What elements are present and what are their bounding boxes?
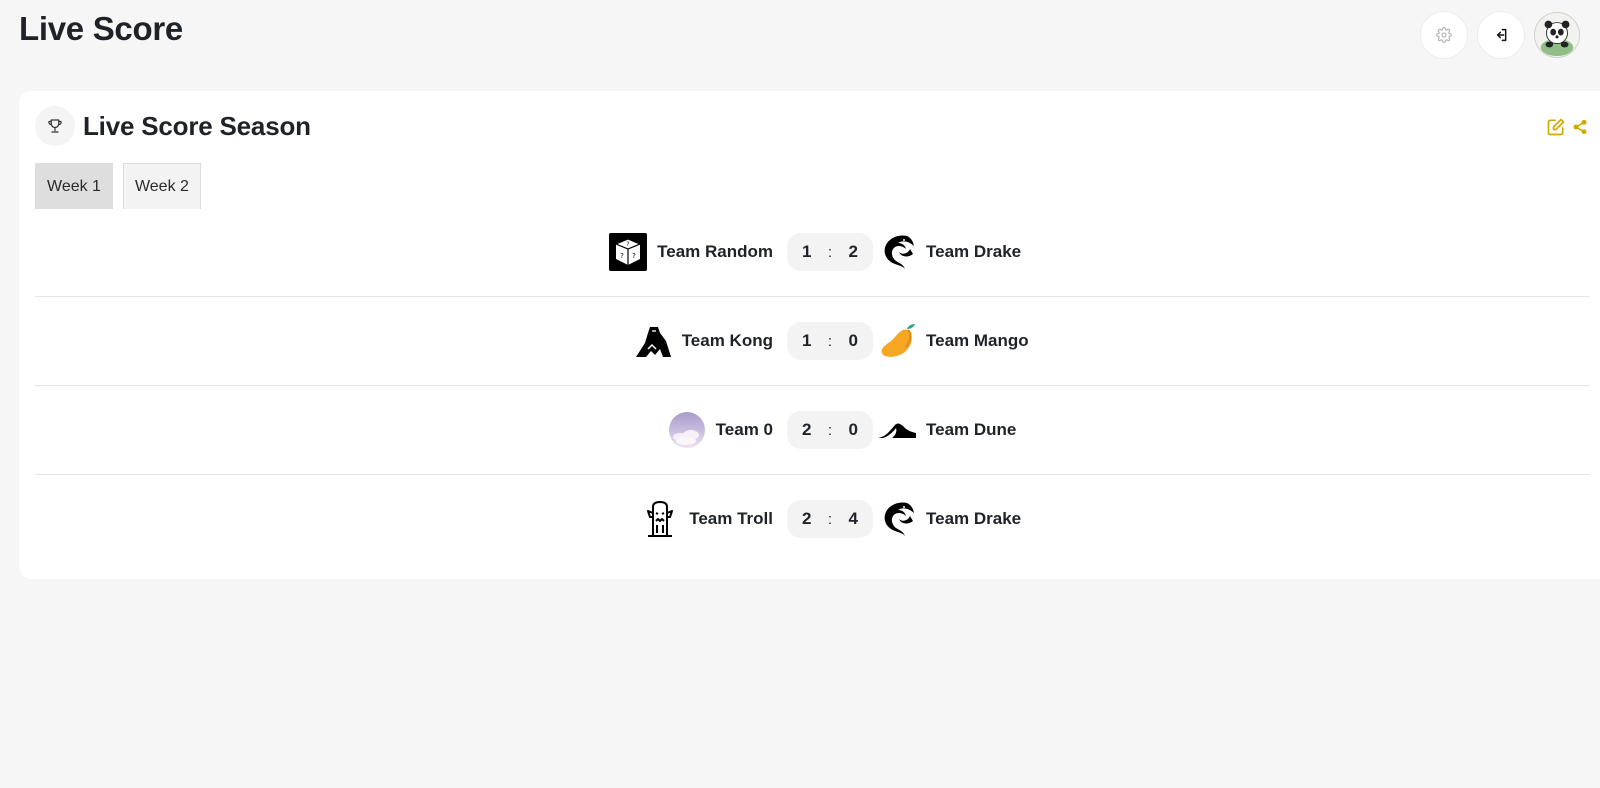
score-box: 1 : 2 (787, 233, 873, 271)
match-row[interactable]: Team Troll 2 : 4 Team Drake (35, 475, 1590, 564)
match-row[interactable]: ? ? ? Team Random 1 : 2 Team Drake (35, 208, 1590, 297)
tab-week-2[interactable]: Week 2 (122, 163, 201, 209)
team-name: Team Kong (681, 331, 773, 350)
home-team: Team 0 (667, 386, 773, 474)
gear-icon (1436, 27, 1452, 43)
cloud-icon (667, 410, 707, 450)
edit-icon (1547, 118, 1565, 136)
troll-icon (640, 499, 680, 539)
home-team: Team Kong (633, 297, 773, 385)
team-name: Team 0 (715, 420, 773, 439)
dragon-icon (877, 499, 917, 539)
svg-text:?: ? (620, 252, 624, 260)
score-box: 2 : 0 (787, 411, 873, 449)
mango-icon (877, 321, 917, 361)
team-name: Team Random (657, 242, 773, 261)
avatar[interactable] (1534, 12, 1580, 58)
team-name: Team Mango (926, 331, 1029, 350)
dune-icon (877, 410, 917, 450)
away-team: Team Drake (877, 475, 1021, 563)
team-name: Team Drake (926, 509, 1022, 528)
match-row[interactable]: Team Kong 1 : 0 Team Mango (35, 297, 1590, 386)
home-score: 2 (802, 509, 812, 528)
svg-text:?: ? (632, 252, 636, 260)
score-separator: : (827, 510, 833, 528)
logout-icon (1496, 28, 1507, 42)
match-row[interactable]: Team 0 2 : 0 Team Dune (35, 386, 1590, 475)
panda-avatar-icon (1535, 13, 1579, 57)
trophy-badge (35, 106, 75, 146)
score-separator: : (827, 421, 833, 439)
team-name: Team Drake (926, 242, 1022, 261)
edit-button[interactable] (1546, 117, 1566, 137)
page-title: Live Score (19, 10, 183, 47)
home-score: 1 (802, 331, 812, 350)
season-title: Live Score Season (83, 110, 311, 141)
dice-icon: ? ? ? (608, 232, 648, 272)
score-box: 2 : 4 (787, 500, 873, 538)
match-list: ? ? ? Team Random 1 : 2 Team Drake Team … (35, 208, 1590, 564)
gorilla-icon (633, 321, 673, 361)
svg-text:?: ? (627, 241, 630, 248)
tab-week-1[interactable]: Week 1 (35, 163, 113, 209)
away-team: Team Drake (877, 208, 1021, 296)
season-tools (1546, 117, 1588, 137)
away-score: 4 (848, 509, 858, 528)
score-separator: : (827, 332, 833, 350)
trophy-icon (48, 119, 62, 133)
away-score: 0 (848, 331, 858, 350)
away-score: 2 (848, 242, 858, 261)
home-team: Team Troll (640, 475, 773, 563)
away-team: Team Mango (877, 297, 1029, 385)
away-score: 0 (848, 420, 858, 439)
week-tabs: Week 1 Week 2 (35, 163, 201, 209)
away-team: Team Dune (877, 386, 1016, 474)
dragon-icon (877, 232, 917, 272)
home-team: ? ? ? Team Random (608, 208, 773, 296)
settings-button[interactable] (1420, 11, 1468, 59)
home-score: 1 (802, 242, 812, 261)
logout-button[interactable] (1477, 11, 1525, 59)
team-name: Team Troll (689, 509, 773, 528)
share-icon (1573, 119, 1587, 135)
top-actions (1400, 11, 1600, 61)
share-button[interactable] (1572, 119, 1588, 135)
home-score: 2 (802, 420, 812, 439)
team-name: Team Dune (926, 420, 1017, 439)
season-header: Live Score Season (35, 106, 311, 146)
score-box: 1 : 0 (787, 322, 873, 360)
score-separator: : (827, 243, 833, 261)
season-card: Live Score Season Week 1 Week 2 ? ? ? Te… (19, 91, 1600, 579)
